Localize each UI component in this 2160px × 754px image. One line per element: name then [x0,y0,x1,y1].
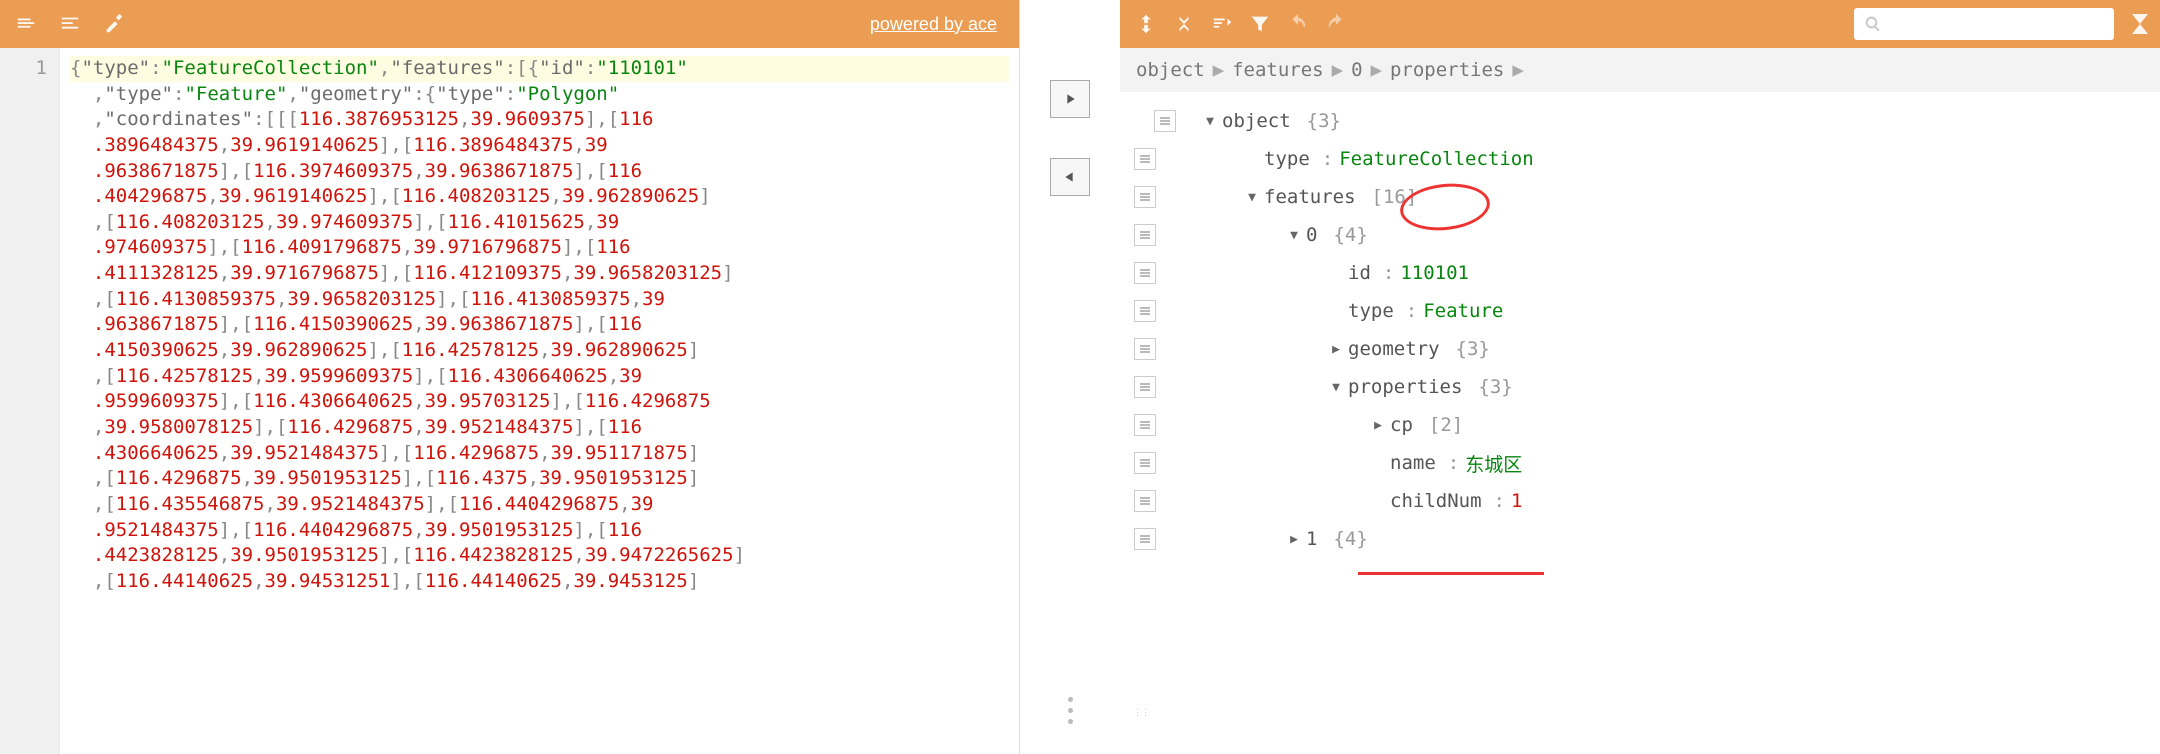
tree-value: 1 [1511,490,1522,512]
toggle-icon[interactable]: ▼ [1282,228,1306,243]
tree-meta: {4} [1333,528,1367,550]
tree-meta: {3} [1478,376,1512,398]
tree-panel: object▶features▶0▶properties▶ ▼object{3}… [1120,0,2160,754]
tree-row[interactable]: ▼features [16] [1120,178,2160,216]
right-toolbar [1120,0,2160,48]
chevron-right-icon: ▶ [1371,59,1382,81]
toggle-icon[interactable]: ▶ [1324,342,1348,357]
menu-box-icon[interactable] [1134,262,1156,284]
tree-meta: [16] [1372,186,1418,208]
toggle-icon[interactable]: ▶ [1366,418,1390,433]
tree-row[interactable]: name:东城区 [1120,444,2160,482]
code-editor[interactable]: 1 {"type":"FeatureCollection","features"… [0,48,1019,754]
tree-meta: {4} [1333,224,1367,246]
tree-key: type [1348,300,1394,322]
tree-value: 110101 [1400,262,1469,284]
powered-by-link[interactable]: powered by ace [870,14,1007,35]
tree-key: 0 [1306,224,1317,246]
wrench-icon[interactable] [100,10,128,38]
menu-box-icon[interactable] [1134,490,1156,512]
tree-row[interactable]: ▶1 {4} [1120,520,2160,558]
line-gutter: 1 [0,48,60,754]
left-toolbar: powered by ace [0,0,1019,48]
filter-icon[interactable] [1246,10,1274,38]
tree-meta: {3} [1307,110,1341,132]
tree-key: properties [1348,376,1462,398]
tree-meta: [2] [1429,414,1463,436]
search-box [1854,8,2114,40]
menu-box-icon[interactable] [1134,186,1156,208]
annotation-underline [1358,572,1544,575]
tree-row[interactable]: ▶cp [2] [1120,406,2160,444]
tree-value: 东城区 [1465,450,1522,477]
tree-key: childNum [1390,490,1482,512]
menu-box-icon[interactable] [1134,528,1156,550]
json-tree: ▼object{3}type:FeatureCollection▼feature… [1120,92,2160,754]
chevron-right-icon: ▶ [1512,59,1523,81]
tree-meta: {3} [1456,338,1490,360]
expand-icon[interactable] [1132,10,1160,38]
menu-box-icon[interactable] [1134,300,1156,322]
menu-box-icon[interactable] [1154,110,1176,132]
breadcrumb-item[interactable]: features [1232,59,1324,81]
tree-row[interactable]: ▼properties {3} [1120,368,2160,406]
menu-box-icon[interactable] [1134,338,1156,360]
tree-key: name [1390,452,1436,474]
toggle-icon[interactable]: ▶ [1282,532,1306,547]
tree-row[interactable]: type:FeatureCollection [1120,140,2160,178]
undo-icon[interactable] [1284,10,1312,38]
tree-row[interactable]: childNum:1 [1120,482,2160,520]
search-input[interactable] [1890,16,2104,33]
tree-row[interactable]: type:Feature [1120,292,2160,330]
breadcrumb-item[interactable]: object [1136,59,1205,81]
breadcrumb-item[interactable]: properties [1390,59,1504,81]
down-arrow-icon[interactable] [2132,14,2148,24]
toggle-icon[interactable]: ▼ [1324,380,1348,395]
menu-box-icon[interactable] [1134,148,1156,170]
toggle-icon[interactable]: ▼ [1240,190,1264,205]
forward-button[interactable] [1050,80,1090,118]
drag-handle-icon[interactable] [1134,702,1148,724]
menu-box-icon[interactable] [1134,224,1156,246]
up-arrow-icon[interactable] [2132,24,2148,34]
lines-icon[interactable] [56,10,84,38]
collapse-icon[interactable] [1170,10,1198,38]
breadcrumb-item[interactable]: 0 [1351,59,1362,81]
tree-value: Feature [1423,300,1503,322]
tree-key: geometry [1348,338,1440,360]
tree-row[interactable]: ▼0 {4} [1120,216,2160,254]
chevron-right-icon: ▶ [1332,59,1343,81]
tree-row[interactable]: ▶geometry {3} [1120,330,2160,368]
breadcrumb: object ▶ features ▶ 0 ▶ properties ▶ [1120,48,2160,92]
chevron-right-icon: ▶ [1213,59,1224,81]
result-stepper [2132,14,2148,34]
back-button[interactable] [1050,158,1090,196]
menu-box-icon[interactable] [1134,414,1156,436]
tree-key: object [1222,110,1291,132]
tree-value: FeatureCollection [1339,148,1533,170]
search-icon [1864,15,1882,33]
tree-key: cp [1390,414,1413,436]
sort-icon[interactable] [1208,10,1236,38]
tree-row[interactable]: ▼object {3} [1120,102,2160,140]
menu-box-icon[interactable] [1134,452,1156,474]
menu-box-icon[interactable] [1134,376,1156,398]
tree-row[interactable]: id:110101 [1120,254,2160,292]
toggle-icon[interactable]: ▼ [1198,114,1222,129]
tree-key: 1 [1306,528,1317,550]
redo-icon[interactable] [1322,10,1350,38]
tree-key: id [1348,262,1371,284]
transfer-controls [1020,0,1120,754]
resize-handle[interactable] [1068,697,1073,724]
tree-key: type [1264,148,1310,170]
code-panel: powered by ace 1 {"type":"FeatureCollect… [0,0,1020,754]
format-icon[interactable] [12,10,40,38]
tree-key: features [1264,186,1356,208]
